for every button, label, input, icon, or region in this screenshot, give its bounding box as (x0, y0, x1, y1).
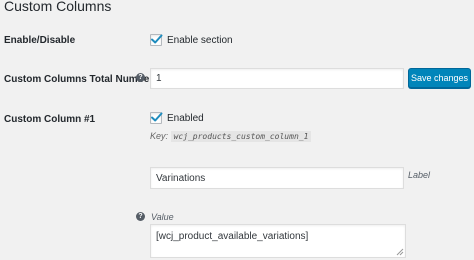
save-changes-button[interactable]: Save changes (408, 68, 471, 88)
checkmark-icon (151, 34, 163, 44)
value-caption: Value (151, 212, 174, 222)
key-line: Key: wcj_products_custom_column_1 (150, 131, 312, 142)
column-label-input[interactable]: Varinations (150, 167, 404, 189)
resize-handle-icon[interactable] (396, 248, 404, 256)
enable-disable-label: Enable/Disable (4, 35, 76, 46)
column-value-text: [wcj_product_available_variations] (156, 231, 309, 242)
section-title: Custom Columns (4, 0, 112, 14)
column-1-enabled-checkbox[interactable] (150, 112, 163, 124)
label-caption: Label (408, 170, 431, 180)
enable-section-label: Enable section (167, 35, 233, 46)
column-1-enabled-label: Enabled (167, 113, 204, 124)
total-number-label: Custom Columns Total Number (4, 74, 154, 85)
checkmark-icon (151, 112, 163, 122)
help-icon[interactable]: ? (136, 73, 145, 82)
key-code: wcj_products_custom_column_1 (170, 131, 312, 142)
custom-column-1-label: Custom Column #1 (4, 114, 96, 125)
enable-section-checkbox[interactable] (150, 34, 163, 46)
key-prefix: Key: (150, 131, 169, 141)
help-icon[interactable]: ? (136, 212, 145, 221)
column-value-textarea[interactable]: [wcj_product_available_variations] (150, 224, 406, 258)
total-number-input[interactable]: 1 (150, 68, 404, 89)
